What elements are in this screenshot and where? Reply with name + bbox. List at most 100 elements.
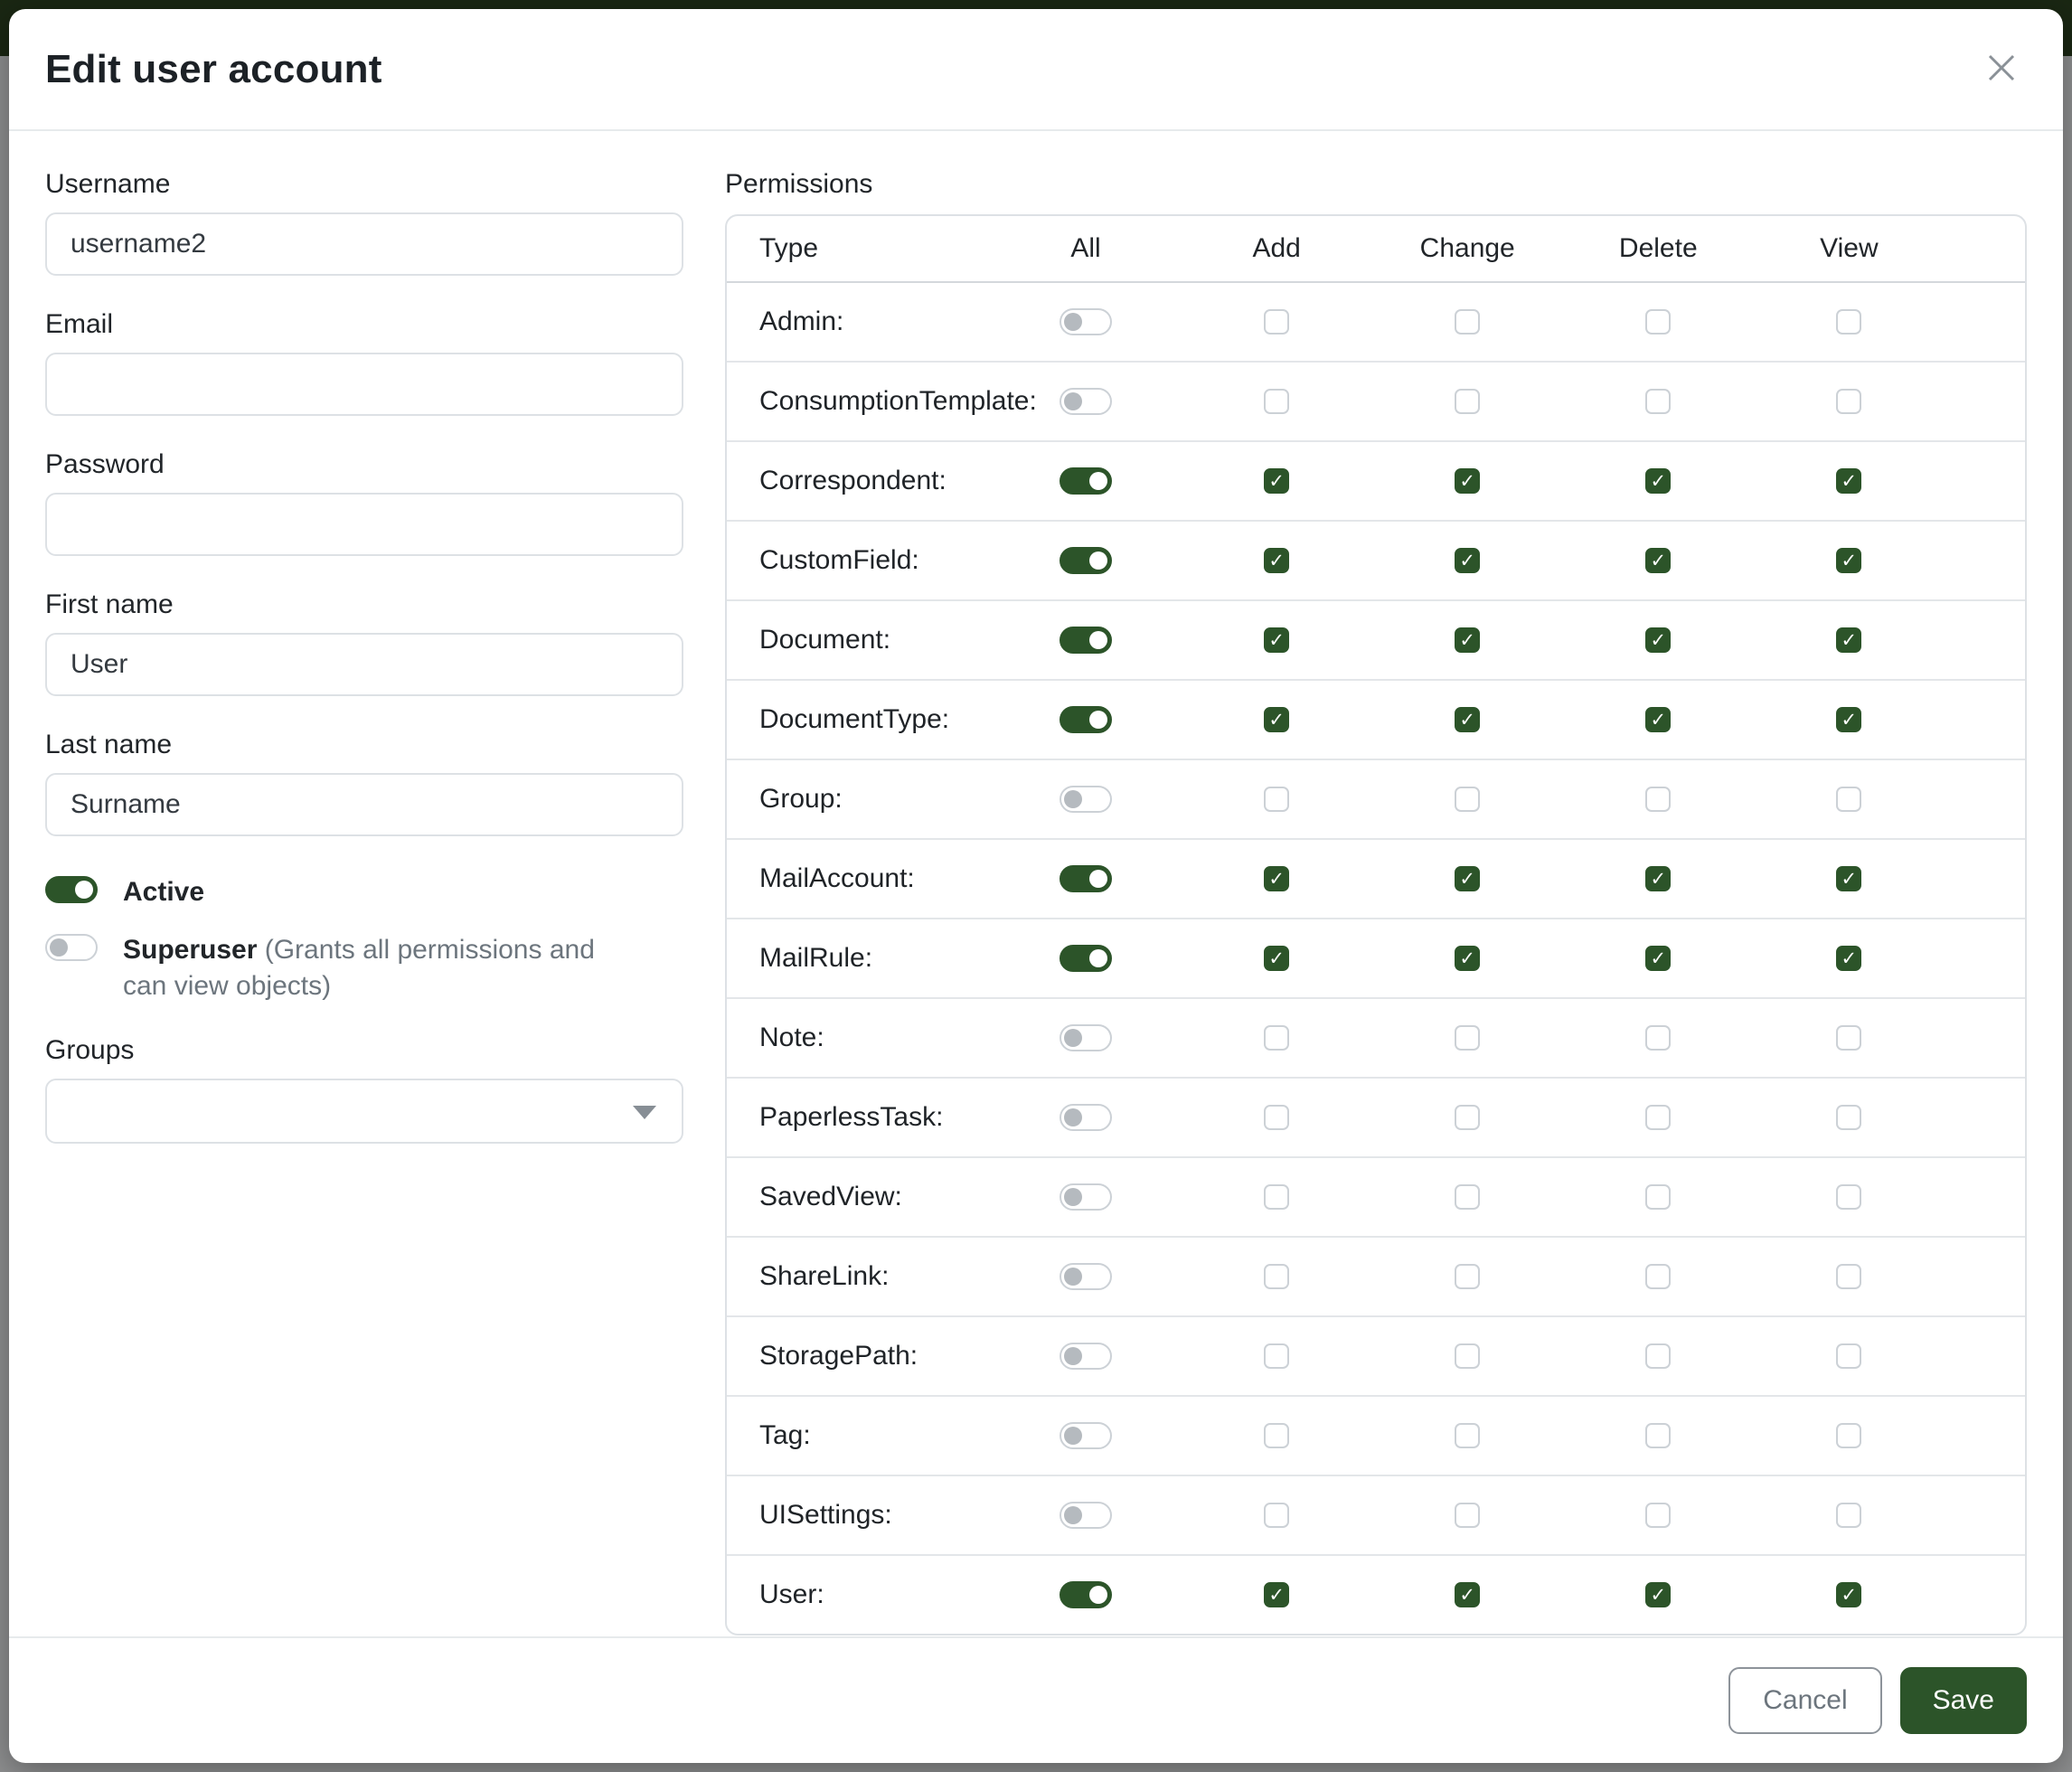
- permission-add-checkbox[interactable]: ✓: [1264, 946, 1289, 971]
- permission-all-toggle[interactable]: [1060, 1024, 1112, 1051]
- permission-view-checkbox[interactable]: [1836, 1343, 1861, 1369]
- permission-delete-checkbox[interactable]: [1645, 787, 1671, 812]
- permission-add-checkbox[interactable]: ✓: [1264, 866, 1289, 891]
- permission-all-toggle[interactable]: [1060, 945, 1112, 972]
- permission-add-checkbox[interactable]: [1264, 1423, 1289, 1448]
- permission-change-checkbox[interactable]: [1455, 309, 1480, 335]
- permission-delete-checkbox[interactable]: ✓: [1645, 1582, 1671, 1607]
- permission-add-checkbox[interactable]: [1264, 1343, 1289, 1369]
- permission-change-checkbox[interactable]: [1455, 1105, 1480, 1130]
- permission-add-checkbox[interactable]: ✓: [1264, 707, 1289, 732]
- groups-select[interactable]: [45, 1079, 683, 1144]
- permission-view-checkbox[interactable]: ✓: [1836, 866, 1861, 891]
- permission-view-checkbox[interactable]: [1836, 389, 1861, 414]
- permission-row: Note:: [727, 997, 2025, 1077]
- permission-add-checkbox[interactable]: ✓: [1264, 627, 1289, 653]
- permission-view-checkbox[interactable]: [1836, 1503, 1861, 1528]
- last-name-input[interactable]: [45, 773, 683, 836]
- close-icon: [1984, 51, 2019, 88]
- permission-add-checkbox[interactable]: [1264, 309, 1289, 335]
- permission-type-label: Group:: [727, 759, 991, 838]
- active-toggle[interactable]: [45, 876, 98, 903]
- permission-delete-checkbox[interactable]: [1645, 1343, 1671, 1369]
- permission-change-checkbox[interactable]: [1455, 1025, 1480, 1051]
- permission-view-checkbox[interactable]: ✓: [1836, 627, 1861, 653]
- permission-delete-checkbox[interactable]: ✓: [1645, 627, 1671, 653]
- permission-delete-checkbox[interactable]: [1645, 389, 1671, 414]
- permission-view-checkbox[interactable]: [1836, 309, 1861, 335]
- permission-all-toggle[interactable]: [1060, 1502, 1112, 1529]
- permission-add-checkbox[interactable]: [1264, 1105, 1289, 1130]
- permission-delete-checkbox[interactable]: [1645, 1105, 1671, 1130]
- permission-add-checkbox[interactable]: [1264, 787, 1289, 812]
- permission-all-toggle[interactable]: [1060, 1183, 1112, 1211]
- email-input[interactable]: [45, 353, 683, 416]
- permission-all-toggle[interactable]: [1060, 706, 1112, 733]
- permission-change-checkbox[interactable]: [1455, 787, 1480, 812]
- permission-all-toggle[interactable]: [1060, 1263, 1112, 1290]
- permission-add-checkbox[interactable]: ✓: [1264, 468, 1289, 494]
- permission-change-checkbox[interactable]: ✓: [1455, 946, 1480, 971]
- permission-all-toggle[interactable]: [1060, 1422, 1112, 1449]
- permission-all-toggle[interactable]: [1060, 388, 1112, 415]
- permission-delete-checkbox[interactable]: ✓: [1645, 548, 1671, 573]
- permission-view-checkbox[interactable]: [1836, 1423, 1861, 1448]
- permission-view-checkbox[interactable]: ✓: [1836, 468, 1861, 494]
- permission-all-toggle[interactable]: [1060, 786, 1112, 813]
- permission-change-checkbox[interactable]: ✓: [1455, 627, 1480, 653]
- permission-all-toggle[interactable]: [1060, 308, 1112, 335]
- permission-change-checkbox[interactable]: [1455, 1423, 1480, 1448]
- permission-view-checkbox[interactable]: [1836, 787, 1861, 812]
- permission-delete-checkbox[interactable]: [1645, 1184, 1671, 1210]
- permission-add-checkbox[interactable]: [1264, 1503, 1289, 1528]
- permission-change-checkbox[interactable]: [1455, 389, 1480, 414]
- permission-change-checkbox[interactable]: [1455, 1264, 1480, 1289]
- first-name-input[interactable]: [45, 633, 683, 696]
- permission-delete-checkbox[interactable]: [1645, 309, 1671, 335]
- permission-change-checkbox[interactable]: ✓: [1455, 1582, 1480, 1607]
- permission-delete-checkbox[interactable]: ✓: [1645, 707, 1671, 732]
- permission-all-toggle[interactable]: [1060, 467, 1112, 495]
- permission-change-checkbox[interactable]: ✓: [1455, 866, 1480, 891]
- close-button[interactable]: [1980, 48, 2023, 91]
- permission-change-checkbox[interactable]: ✓: [1455, 548, 1480, 573]
- permission-delete-checkbox[interactable]: [1645, 1025, 1671, 1051]
- permission-view-checkbox[interactable]: [1836, 1025, 1861, 1051]
- permission-all-toggle[interactable]: [1060, 627, 1112, 654]
- permission-view-checkbox[interactable]: ✓: [1836, 1582, 1861, 1607]
- username-input[interactable]: [45, 212, 683, 276]
- permission-all-toggle[interactable]: [1060, 547, 1112, 574]
- password-input[interactable]: [45, 493, 683, 556]
- permission-add-checkbox[interactable]: ✓: [1264, 1582, 1289, 1607]
- save-button[interactable]: Save: [1900, 1667, 2027, 1734]
- permission-all-toggle[interactable]: [1060, 1581, 1112, 1608]
- permission-add-checkbox[interactable]: [1264, 1025, 1289, 1051]
- permission-delete-checkbox[interactable]: ✓: [1645, 866, 1671, 891]
- permission-delete-checkbox[interactable]: [1645, 1503, 1671, 1528]
- permission-view-checkbox[interactable]: [1836, 1184, 1861, 1210]
- active-toggle-row: Active: [45, 874, 683, 910]
- permission-delete-checkbox[interactable]: ✓: [1645, 946, 1671, 971]
- permission-view-checkbox[interactable]: [1836, 1264, 1861, 1289]
- permission-view-checkbox[interactable]: ✓: [1836, 946, 1861, 971]
- permission-all-toggle[interactable]: [1060, 1104, 1112, 1131]
- permission-change-checkbox[interactable]: ✓: [1455, 468, 1480, 494]
- permission-delete-checkbox[interactable]: [1645, 1264, 1671, 1289]
- permission-view-checkbox[interactable]: [1836, 1105, 1861, 1130]
- superuser-toggle[interactable]: [45, 934, 98, 961]
- permission-all-toggle[interactable]: [1060, 865, 1112, 892]
- permission-delete-checkbox[interactable]: ✓: [1645, 468, 1671, 494]
- cancel-button[interactable]: Cancel: [1728, 1667, 1881, 1734]
- permission-add-checkbox[interactable]: ✓: [1264, 548, 1289, 573]
- permission-change-checkbox[interactable]: [1455, 1343, 1480, 1369]
- permission-change-checkbox[interactable]: ✓: [1455, 707, 1480, 732]
- permission-add-checkbox[interactable]: [1264, 1184, 1289, 1210]
- permission-add-checkbox[interactable]: [1264, 1264, 1289, 1289]
- permission-view-checkbox[interactable]: ✓: [1836, 707, 1861, 732]
- permission-add-checkbox[interactable]: [1264, 389, 1289, 414]
- permission-delete-checkbox[interactable]: [1645, 1423, 1671, 1448]
- permission-change-checkbox[interactable]: [1455, 1503, 1480, 1528]
- permission-change-checkbox[interactable]: [1455, 1184, 1480, 1210]
- permission-all-toggle[interactable]: [1060, 1343, 1112, 1370]
- permission-view-checkbox[interactable]: ✓: [1836, 548, 1861, 573]
